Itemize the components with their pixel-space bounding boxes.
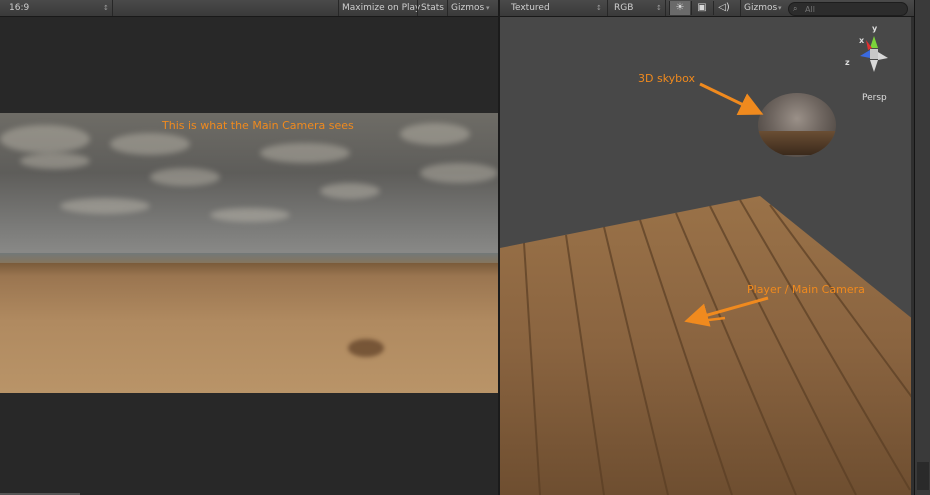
game-view-panel: 16:9 ↕ Maximize on Play Stats Gizmos ▾ T… — [0, 0, 498, 495]
sky-render — [0, 113, 498, 263]
orientation-gizmo[interactable]: y x z — [842, 22, 898, 78]
aspect-label: 16:9 — [9, 3, 30, 13]
axis-gizmo-icon — [860, 36, 888, 72]
stats-button[interactable]: Stats — [417, 0, 447, 16]
maximize-on-play-button[interactable]: Maximize on Play — [338, 0, 423, 16]
axis-y-label: y — [872, 24, 878, 33]
axis-z-label: z — [845, 58, 850, 67]
gizmos-label: Gizmos — [451, 3, 485, 13]
gizmos-button[interactable]: Gizmos ▾ — [447, 0, 499, 16]
dropdown-caret-icon: ▾ — [486, 4, 490, 12]
game-toolbar: 16:9 ↕ Maximize on Play Stats Gizmos ▾ — [0, 0, 498, 17]
side-panel-edge — [914, 0, 930, 495]
side-panel-tab[interactable] — [917, 462, 929, 490]
dropdown-caret-icon: ↕ — [103, 4, 109, 12]
ground-stain — [348, 339, 384, 357]
scene-view-panel: Textured ↕ RGB ↕ ☀ ▣ ◁) Gizmos ▾ ⌕ All 3… — [500, 0, 914, 495]
player-annotation: Player / Main Camera — [747, 283, 865, 296]
axis-x-label: x — [859, 36, 865, 45]
projection-label[interactable]: Persp — [862, 93, 887, 103]
aspect-dropdown[interactable]: 16:9 ↕ — [0, 0, 113, 16]
camera-view-annotation: This is what the Main Camera sees — [162, 119, 354, 132]
game-camera-view[interactable]: This is what the Main Camera sees — [0, 113, 498, 393]
skybox-annotation: 3D skybox — [638, 72, 696, 85]
ground-render — [0, 263, 498, 393]
